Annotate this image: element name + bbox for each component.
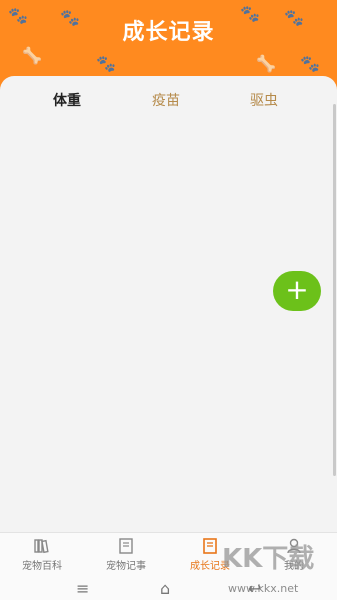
tab-weight[interactable]: 体重 [53, 90, 81, 110]
add-record-button[interactable]: + [273, 271, 321, 311]
growth-record-icon [203, 538, 217, 554]
notebook-icon [119, 538, 133, 554]
nav-label: 宠物百科 [22, 561, 62, 572]
paw-pattern-icon: 🐾 [96, 54, 116, 73]
page-title: 成长记录 [122, 20, 215, 45]
tab-deworming[interactable]: 驱虫 [250, 90, 278, 110]
bone-pattern-icon: 🦴 [22, 46, 42, 65]
scrollbar[interactable] [333, 104, 336, 476]
books-icon [34, 539, 49, 554]
bone-pattern-icon: 🦴 [256, 54, 276, 73]
plus-icon: + [285, 273, 309, 306]
tab-vaccine[interactable]: 疫苗 [152, 90, 180, 110]
nav-pet-notes[interactable]: 宠物记事 [84, 537, 168, 572]
home-icon[interactable]: ⌂ [160, 579, 170, 598]
nav-label: 宠物记事 [106, 561, 146, 572]
tab-bar: 体重 疫苗 驱虫 [0, 90, 337, 114]
nav-pet-encyclopedia[interactable]: 宠物百科 [0, 537, 84, 572]
watermark-text: KK下载 [222, 544, 315, 574]
menu-icon[interactable]: ≡ [76, 579, 89, 598]
watermark-url: www.kkx.net [228, 582, 299, 595]
watermark: KK下载 www.kkx.net [222, 538, 337, 598]
paw-pattern-icon: 🐾 [300, 54, 320, 73]
